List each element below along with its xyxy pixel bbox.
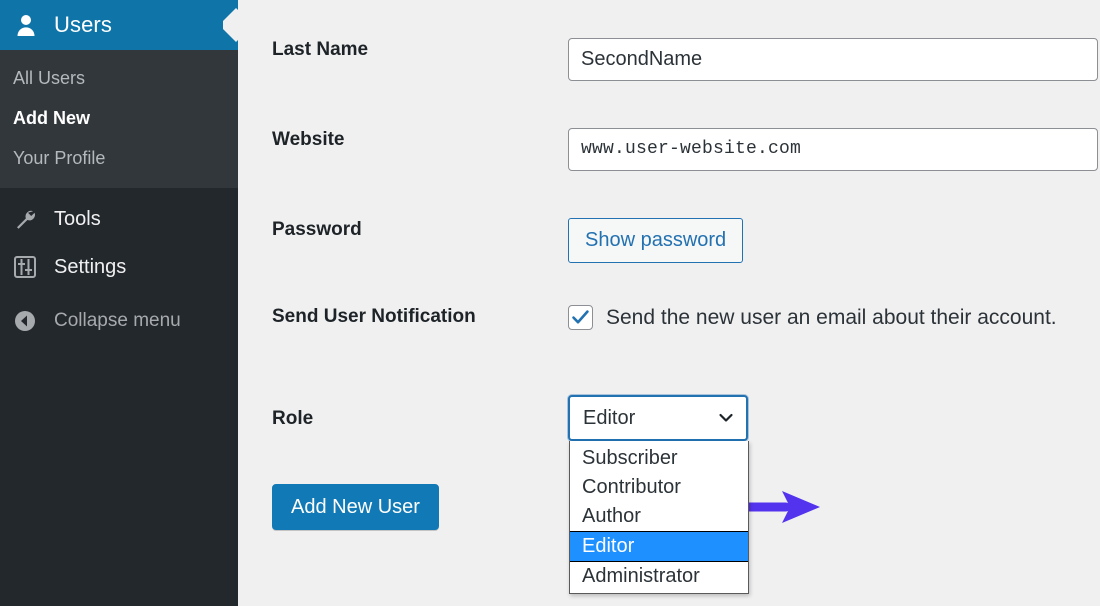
role-option-editor[interactable]: Editor bbox=[570, 531, 748, 562]
last-name-label: Last Name bbox=[238, 38, 568, 63]
sidebar-item-tools-label: Tools bbox=[54, 208, 101, 231]
sidebar-item-settings[interactable]: Settings bbox=[0, 243, 238, 291]
sidebar-item-users-label: Users bbox=[54, 12, 112, 38]
add-new-user-form: Last Name SecondName Website www.user-we… bbox=[238, 0, 1100, 606]
role-option-author[interactable]: Author bbox=[570, 502, 748, 531]
website-field-wrap: www.user-website.com bbox=[568, 128, 1100, 171]
form-row-password: Password Show password bbox=[238, 218, 1100, 263]
form-row-send-notification: Send User Notification Send the new user… bbox=[238, 305, 1100, 330]
active-menu-notch bbox=[223, 0, 239, 50]
form-row-last-name: Last Name SecondName bbox=[238, 38, 1100, 81]
sliders-icon bbox=[12, 254, 38, 280]
submit-row-spacer: Add New User bbox=[238, 484, 568, 530]
sidebar-item-add-new[interactable]: Add New bbox=[0, 98, 238, 138]
last-name-field-wrap: SecondName bbox=[568, 38, 1100, 81]
send-notification-field-wrap: Send the new user an email about their a… bbox=[568, 305, 1100, 330]
password-field-wrap: Show password bbox=[568, 218, 1100, 263]
form-row-website: Website www.user-website.com bbox=[238, 128, 1100, 171]
sidebar-item-all-users[interactable]: All Users bbox=[0, 58, 238, 98]
collapse-menu-button[interactable]: Collapse menu bbox=[0, 297, 238, 345]
role-select-value: Editor bbox=[583, 408, 716, 428]
add-new-user-button[interactable]: Add New User bbox=[272, 484, 439, 530]
send-notification-checkbox-row: Send the new user an email about their a… bbox=[568, 305, 1100, 330]
role-option-contributor[interactable]: Contributor bbox=[570, 473, 748, 502]
checkmark-icon bbox=[571, 308, 590, 327]
collapse-arrow-icon bbox=[12, 308, 38, 334]
sidebar-item-settings-label: Settings bbox=[54, 256, 126, 279]
chevron-down-icon bbox=[716, 409, 736, 427]
sidebar-item-users[interactable]: Users bbox=[0, 0, 238, 50]
send-user-notification-label: Send User Notification bbox=[238, 305, 568, 330]
role-field-wrap: Editor Subscriber Contributor Author Edi… bbox=[568, 395, 1100, 441]
wrench-icon bbox=[12, 206, 38, 232]
users-submenu: All Users Add New Your Profile bbox=[0, 50, 238, 188]
send-notification-checkbox-label: Send the new user an email about their a… bbox=[606, 306, 1057, 330]
sidebar-item-tools[interactable]: Tools bbox=[0, 195, 238, 243]
last-name-input[interactable]: SecondName bbox=[568, 38, 1098, 81]
role-label: Role bbox=[238, 395, 568, 432]
send-notification-checkbox[interactable] bbox=[568, 305, 593, 330]
collapse-menu-label: Collapse menu bbox=[54, 310, 181, 332]
users-icon bbox=[12, 11, 40, 39]
sidebar-item-your-profile[interactable]: Your Profile bbox=[0, 138, 238, 178]
menu-separator bbox=[0, 188, 238, 195]
password-label: Password bbox=[238, 218, 568, 243]
show-password-button[interactable]: Show password bbox=[568, 218, 743, 263]
website-label: Website bbox=[238, 128, 568, 153]
role-option-administrator[interactable]: Administrator bbox=[570, 562, 748, 591]
role-select[interactable]: Editor bbox=[568, 395, 748, 441]
form-row-role: Role Editor Subscriber Contributor bbox=[238, 395, 1100, 441]
role-option-subscriber[interactable]: Subscriber bbox=[570, 444, 748, 473]
admin-sidebar: Users All Users Add New Your Profile Too… bbox=[0, 0, 238, 606]
role-select-dropdown: Subscriber Contributor Author Editor Adm… bbox=[569, 441, 749, 594]
role-select-wrap: Editor Subscriber Contributor Author Edi… bbox=[568, 395, 748, 441]
website-input[interactable]: www.user-website.com bbox=[568, 128, 1098, 171]
